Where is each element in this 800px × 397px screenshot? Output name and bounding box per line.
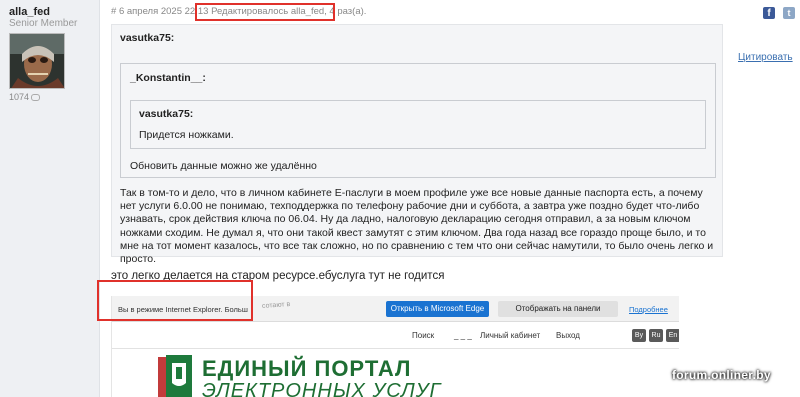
- open-in-edge-button[interactable]: Открыть в Microsoft Edge: [386, 301, 489, 317]
- lang-en-button[interactable]: En: [666, 329, 679, 342]
- speech-bubble-icon: [31, 93, 41, 101]
- username[interactable]: alla_fed: [9, 6, 50, 18]
- quote-author: vasutka75:: [139, 108, 194, 120]
- ie-mode-faded-text: сотают в: [261, 301, 291, 310]
- highlight-ie-mode-box: [97, 280, 253, 321]
- portal-cabinet-link[interactable]: Личный кабинет: [480, 331, 540, 340]
- quote-author: vasutka75:: [120, 32, 175, 44]
- portal-logo-icon: [158, 355, 192, 397]
- post-count-value: 1074: [9, 92, 30, 102]
- highlight-edited-box: [195, 3, 335, 21]
- nested-quote: _Konstantin__: vasutka75: Придется ножка…: [120, 63, 716, 178]
- portal-topbar: Поиск _ _ _ Личный кабинет Выход By Ru E…: [112, 322, 679, 349]
- post-hash[interactable]: #: [111, 6, 116, 17]
- learn-more-link[interactable]: Подробнее: [629, 305, 668, 314]
- nested-quote-inner: vasutka75: Придется ножками.: [130, 100, 706, 149]
- user-rank: Senior Member: [9, 18, 78, 29]
- facebook-share-icon[interactable]: f: [763, 7, 775, 19]
- quote-button[interactable]: Цитировать: [738, 52, 793, 63]
- quote-text: Обновить данные можно же удалённо: [130, 160, 317, 172]
- user-sidebar: alla_fed Senior Member 1074: [0, 0, 100, 397]
- show-on-toolbar-button[interactable]: Отображать на панели инструментов: [498, 301, 618, 329]
- portal-login-mask: _ _ _: [454, 331, 472, 340]
- site-watermark: forum.onliner.by: [672, 368, 771, 382]
- post-message: vasutka75: _Konstantin__: vasutka75: При…: [111, 24, 723, 265]
- post-count: 1074: [9, 92, 41, 102]
- lang-ru-button[interactable]: Ru: [649, 329, 663, 342]
- twitter-share-icon[interactable]: t: [783, 7, 795, 19]
- portal-search-link[interactable]: Поиск: [412, 331, 434, 340]
- avatar[interactable]: [9, 33, 65, 89]
- portal-title-line2: ЭЛЕКТРОННЫХ УСЛУГ: [202, 380, 442, 397]
- lang-by-button[interactable]: By: [632, 329, 646, 342]
- quote-text: Придется ножками.: [139, 129, 234, 141]
- portal-exit-link[interactable]: Выход: [556, 331, 580, 340]
- quote-author: _Konstantin__:: [130, 72, 206, 84]
- portal-title-line1: ЕДИНЫЙ ПОРТАЛ: [202, 356, 412, 381]
- post-body: Так в том-то и дело, что в личном кабине…: [120, 187, 714, 266]
